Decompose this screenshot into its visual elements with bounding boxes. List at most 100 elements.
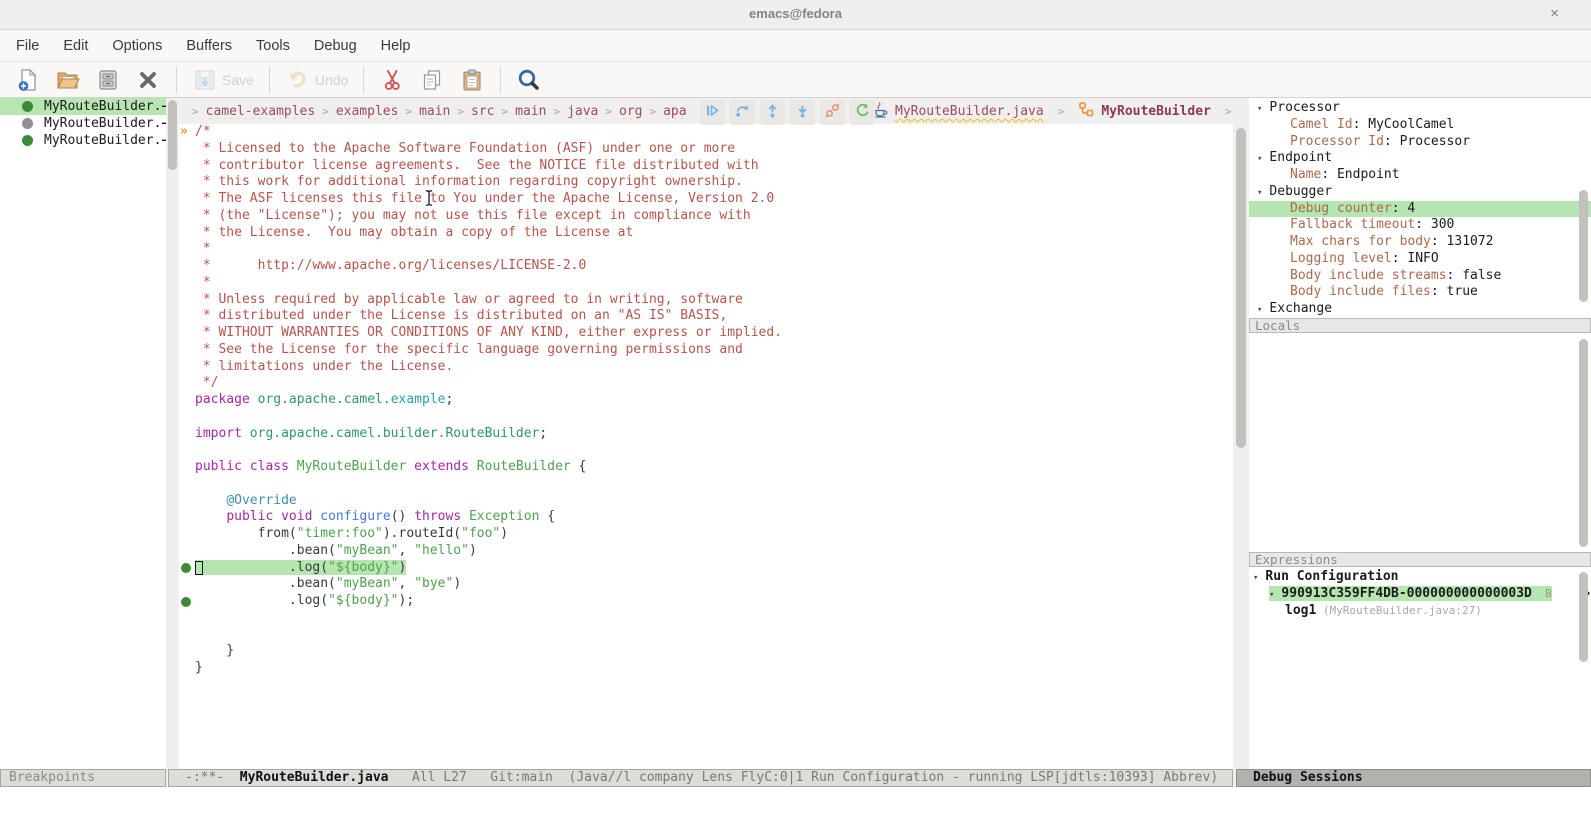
debug-disconnect-button[interactable] [820, 100, 845, 125]
breakpoint-item-label: MyRouteBuilder. [44, 99, 161, 114]
copy-icon [419, 67, 445, 93]
tree-leaf[interactable]: Max chars for body: 131072 [1249, 234, 1591, 251]
expression-row[interactable]: log1 (MyRouteBuilder.java:27) [1249, 603, 1591, 620]
expression-row[interactable]: ▾Run Configuration [1249, 569, 1591, 586]
code-line: .bean("myBean", "hello") [179, 543, 1233, 560]
triangle-down-icon[interactable]: ▾ [1257, 188, 1262, 198]
code-token: /* [195, 124, 211, 139]
undo-button[interactable]: Undo [278, 65, 355, 95]
new-file-button[interactable] [8, 65, 48, 95]
echo-area[interactable] [0, 787, 1591, 814]
breadcrumb-segment[interactable]: main [419, 104, 450, 119]
tree-leaf-value: : 300 [1415, 217, 1454, 232]
tree-leaf[interactable]: Logging level: INFO [1249, 251, 1591, 268]
triangle-down-icon[interactable]: ▾ [1257, 305, 1262, 315]
close-window-button[interactable]: × [1550, 5, 1559, 22]
tree-node[interactable]: ▾Debugger [1249, 184, 1591, 201]
debug-step-over-icon [734, 102, 751, 124]
menu-item-edit[interactable]: Edit [51, 34, 100, 58]
tree-leaf[interactable]: Name: Endpoint [1249, 167, 1591, 184]
debug-step-in-button[interactable] [790, 100, 815, 125]
breadcrumb-segment[interactable]: examples [336, 104, 399, 119]
tree-node[interactable]: ▾Endpoint [1249, 150, 1591, 167]
tree-leaf[interactable]: Body include streams: false [1249, 268, 1591, 285]
breakpoint-list-item[interactable]: MyRouteBuilder.→ [0, 132, 166, 149]
breadcrumb-segment[interactable]: main [515, 104, 546, 119]
triangle-down-icon[interactable]: ▾ [1253, 573, 1258, 583]
breadcrumb-segment[interactable]: apa [663, 104, 686, 119]
debug-inspect-tree: ▾ProcessorCamel Id: MyCoolCamelProcessor… [1249, 98, 1591, 318]
tree-leaf[interactable]: Camel Id: MyCoolCamel [1249, 117, 1591, 134]
expression-row[interactable]: ▾990913C359FF4DB-000000000000003D B→ [1249, 586, 1591, 603]
code-token: "bye" [414, 576, 453, 591]
breadcrumb-symbol[interactable]: MyRouteBuilder [1101, 104, 1211, 119]
debug-step-out-button[interactable] [760, 100, 785, 125]
code-token: { [539, 509, 555, 524]
toolbar-group: Save [185, 65, 261, 95]
save-archive-button[interactable] [88, 65, 128, 95]
breakpoint-dot-icon[interactable] [181, 597, 191, 607]
toolbar-group [8, 65, 168, 95]
save-button[interactable]: Save [185, 65, 261, 95]
expressions-scrollbar-thumb[interactable] [1579, 572, 1588, 662]
debug-continue-button[interactable] [700, 100, 725, 125]
debug-restart-button[interactable] [850, 100, 875, 125]
tree-leaf[interactable]: Processor Id: Processor [1249, 134, 1591, 151]
editor-scrollbar[interactable] [1233, 98, 1249, 769]
paste-button[interactable] [452, 65, 492, 95]
code-line: from("timer:foo").routeId("foo") [179, 526, 1233, 543]
tree-node[interactable]: ▾Processor [1249, 100, 1591, 117]
breadcrumb-segment[interactable]: src [471, 104, 494, 119]
tree-node[interactable]: ▾Exchange [1249, 301, 1591, 318]
tree-leaf-key: Camel Id [1290, 117, 1353, 132]
code-token: "foo" [461, 526, 500, 541]
code-line [179, 442, 1233, 459]
sidebar-scrollbar-thumb[interactable] [168, 100, 177, 170]
breadcrumb-segment[interactable]: camel-examples [206, 104, 316, 119]
locals-scrollbar-thumb[interactable] [1579, 339, 1588, 547]
code-token: public [226, 509, 273, 524]
breadcrumb-segment[interactable]: java [567, 104, 598, 119]
triangle-down-icon[interactable]: ▾ [1269, 590, 1274, 600]
locals-body [1249, 333, 1591, 552]
code-line: .log("${body}"); [179, 593, 1233, 610]
modeline-flags: -:**- [185, 770, 240, 785]
code-token: * (the "License"); you may not use this … [195, 208, 751, 223]
menu-item-help[interactable]: Help [369, 34, 423, 58]
menu-item-file[interactable]: File [4, 34, 51, 58]
tree-leaf-key: Body include streams [1290, 268, 1447, 283]
menu-item-options[interactable]: Options [100, 34, 174, 58]
triangle-down-icon[interactable]: ▾ [1257, 104, 1262, 114]
tree-leaf[interactable]: Fallback timeout: 300 [1249, 217, 1591, 234]
breadcrumb-segment[interactable]: org [619, 104, 642, 119]
tree-leaf[interactable]: Debug counter: 4 [1249, 201, 1591, 218]
code-line: } [179, 660, 1233, 677]
copy-button[interactable] [412, 65, 452, 95]
code-token: extends [414, 459, 469, 474]
breakpoint-dot-icon[interactable] [181, 563, 191, 573]
close-x-button[interactable] [128, 65, 168, 95]
menu-item-buffers[interactable]: Buffers [174, 34, 244, 58]
menu-item-debug[interactable]: Debug [302, 34, 369, 58]
toolbar-group [509, 65, 549, 95]
tree-leaf[interactable]: Body include files: true [1249, 284, 1591, 301]
menu-item-tools[interactable]: Tools [244, 34, 302, 58]
search-button[interactable] [509, 65, 549, 95]
tree-leaf-key: Processor Id [1290, 134, 1384, 149]
cut-button[interactable] [372, 65, 412, 95]
code-editor-window[interactable]: >camel-examples>examples>main>src>main>j… [179, 98, 1233, 769]
triangle-down-icon[interactable]: ▾ [1257, 154, 1262, 164]
code-buffer[interactable]: »/* * Licensed to the Apache Software Fo… [179, 124, 1233, 769]
code-token [242, 426, 250, 441]
editor-scrollbar-thumb[interactable] [1236, 128, 1246, 448]
debug-continue-icon [704, 102, 721, 124]
sidebar-scrollbar[interactable] [166, 98, 179, 769]
open-folder-button[interactable] [48, 65, 88, 95]
debug-step-over-button[interactable] [730, 100, 755, 125]
breakpoint-list-item[interactable]: MyRouteBuilder.→ [0, 115, 166, 132]
inspect-scrollbar-thumb[interactable] [1579, 190, 1588, 302]
breadcrumb-file-name[interactable]: MyRouteBuilder.java [895, 104, 1044, 119]
code-token: .bean( [195, 543, 336, 558]
breakpoint-list-item[interactable]: MyRouteBuilder.→ [0, 98, 166, 115]
code-token [461, 509, 469, 524]
